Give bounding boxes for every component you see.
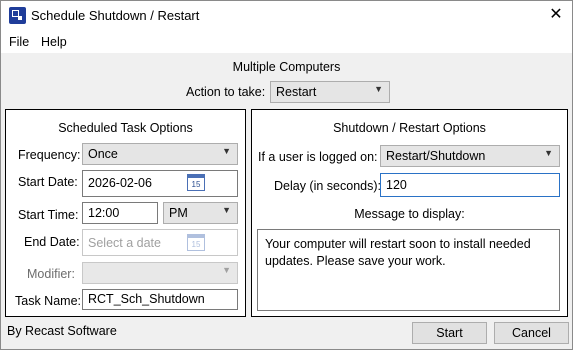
frequency-label: Frequency: (18, 148, 81, 162)
menu-file[interactable]: File (9, 35, 29, 49)
ampm-select[interactable]: PM ▼ (163, 202, 238, 224)
chevron-down-icon: ▼ (374, 84, 383, 94)
start-time-input[interactable]: 12:00 (82, 202, 158, 224)
close-icon[interactable]: ✕ (545, 5, 567, 25)
message-label: Message to display: (354, 207, 465, 221)
action-select[interactable]: Restart ▼ (270, 81, 390, 103)
action-select-value: Restart (276, 85, 317, 99)
brand-label: By Recast Software (7, 324, 117, 338)
frequency-select[interactable]: Once ▼ (82, 143, 238, 165)
task-name-value: RCT_Sch_Shutdown (88, 292, 205, 306)
calendar-icon: 15 (187, 234, 205, 251)
logged-on-select-value: Restart/Shutdown (386, 149, 486, 163)
chevron-down-icon: ▼ (222, 265, 231, 275)
start-time-label: Start Time: (18, 208, 79, 222)
window-title: Schedule Shutdown / Restart (31, 8, 200, 23)
task-name-input[interactable]: RCT_Sch_Shutdown (82, 289, 238, 310)
app-icon (9, 7, 26, 24)
page-heading: Multiple Computers (232, 60, 341, 74)
action-label: Action to take: (186, 85, 266, 99)
modifier-label: Modifier: (27, 267, 75, 281)
shutdown-restart-title: Shutdown / Restart Options (333, 121, 486, 135)
start-date-label: Start Date: (18, 175, 78, 189)
frequency-select-value: Once (88, 147, 118, 161)
chevron-down-icon: ▼ (544, 148, 553, 158)
task-name-label: Task Name: (15, 294, 81, 308)
end-date-label: End Date: (24, 235, 80, 249)
logged-on-select[interactable]: Restart/Shutdown ▼ (380, 145, 560, 167)
delay-value: 120 (386, 178, 407, 192)
message-textarea[interactable]: Your computer will restart soon to insta… (257, 229, 560, 311)
logged-on-label: If a user is logged on: (258, 150, 378, 164)
start-time-value: 12:00 (88, 206, 120, 220)
message-text: Your computer will restart soon to insta… (265, 237, 531, 268)
cancel-button[interactable]: Cancel (494, 322, 569, 344)
chevron-down-icon: ▼ (222, 146, 231, 156)
chevron-down-icon: ▼ (222, 205, 231, 215)
start-date-value: 2026-02-06 (88, 176, 152, 190)
delay-input[interactable]: 120 (380, 173, 560, 197)
end-date-placeholder: Select a date (88, 236, 161, 250)
menu-help[interactable]: Help (41, 35, 67, 49)
modifier-select: ▼ (82, 262, 238, 284)
delay-label: Delay (in seconds): (274, 179, 381, 193)
menu-bar (1, 31, 572, 53)
end-date-picker[interactable]: Select a date (82, 229, 238, 256)
start-date-picker[interactable]: 2026-02-06 (82, 170, 238, 197)
scheduled-task-title: Scheduled Task Options (58, 121, 193, 135)
calendar-icon[interactable]: 15 (187, 174, 205, 191)
start-button[interactable]: Start (412, 322, 487, 344)
ampm-select-value: PM (169, 206, 188, 220)
